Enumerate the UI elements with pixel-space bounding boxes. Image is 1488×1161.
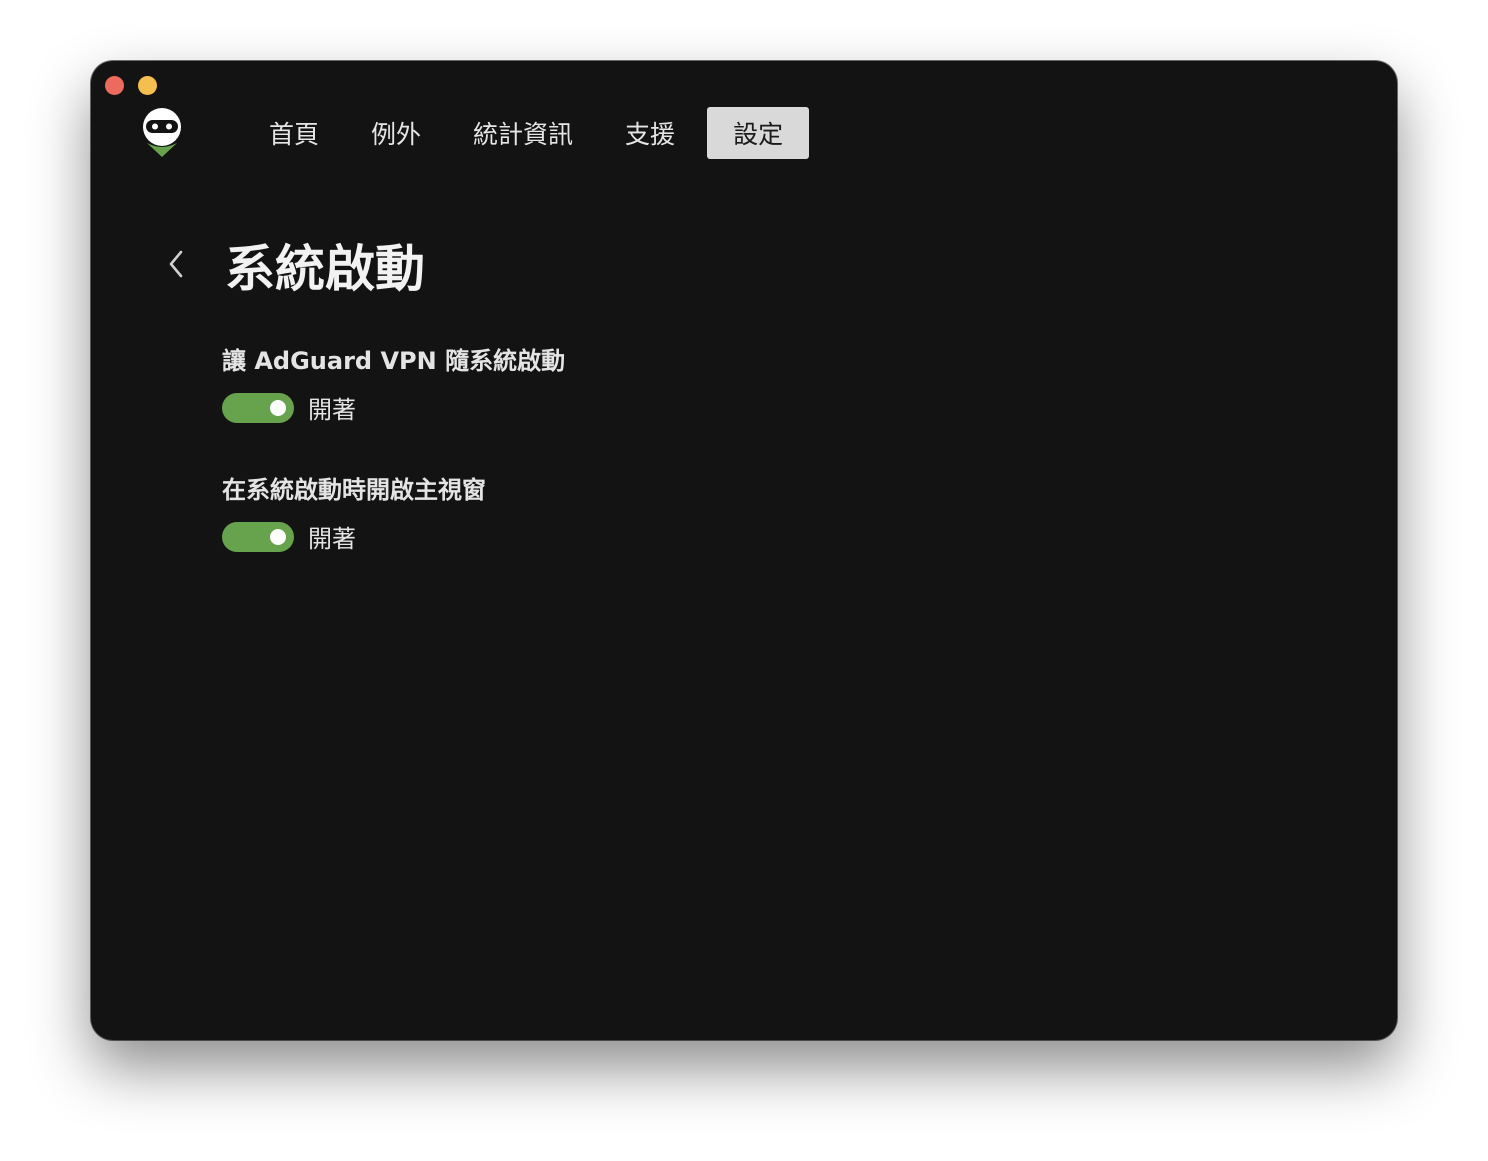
- back-button[interactable]: [163, 247, 189, 281]
- chevron-left-icon: [169, 250, 183, 278]
- open-main-window-toggle[interactable]: [222, 521, 294, 552]
- tab-settings[interactable]: 設定: [707, 107, 810, 159]
- toggle-state-label: 開著: [308, 525, 356, 553]
- tab-exclusions[interactable]: 例外: [351, 107, 441, 159]
- setting-toggle-row: 開著: [222, 519, 486, 554]
- page-title: 系統啟動: [225, 240, 425, 298]
- setting-launch-at-startup: 讓 AdGuard VPN 隨系統啟動 開著: [222, 341, 565, 425]
- toggle-knob: [270, 528, 286, 545]
- window-controls: [105, 76, 157, 95]
- toggle-knob: [270, 399, 286, 416]
- tab-statistics[interactable]: 統計資訊: [453, 107, 593, 159]
- setting-label: 讓 AdGuard VPN 隨系統啟動: [222, 347, 566, 375]
- setting-label: 在系統啟動時開啟主視窗: [222, 476, 486, 504]
- adguard-robot-logo-icon: [139, 105, 185, 161]
- close-window-button[interactable]: [105, 76, 124, 95]
- app-window: 首頁 例外 統計資訊 支援 設定 系統啟動 讓 AdGuard VPN 隨系統啟…: [91, 61, 1397, 1040]
- setting-toggle-row: 開著: [222, 390, 565, 425]
- minimize-window-button[interactable]: [138, 76, 157, 95]
- tab-home[interactable]: 首頁: [249, 107, 339, 159]
- top-navigation: 首頁 例外 統計資訊 支援 設定: [249, 107, 821, 159]
- toggle-state-label: 開著: [308, 396, 356, 424]
- launch-at-startup-toggle[interactable]: [222, 392, 294, 423]
- tab-support[interactable]: 支援: [605, 107, 695, 159]
- setting-open-main-window: 在系統啟動時開啟主視窗 開著: [222, 470, 486, 554]
